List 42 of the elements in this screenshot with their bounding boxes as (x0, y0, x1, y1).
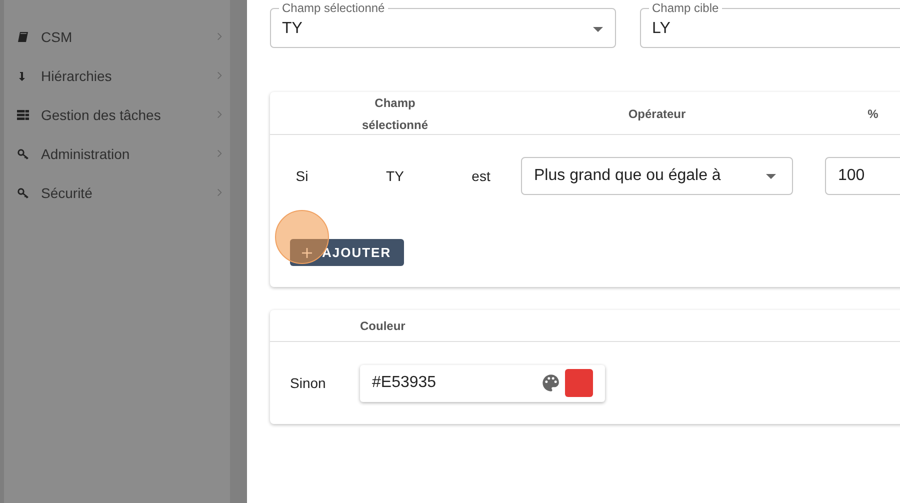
list-icon (17, 108, 29, 120)
palette-icon (541, 373, 561, 393)
chevron-icon (217, 188, 222, 197)
table-cell-text: est (470, 168, 492, 184)
key-icon (17, 186, 29, 198)
sidebar-item[interactable]: Sécurité (4, 173, 230, 212)
chevron-icon (217, 71, 222, 80)
field-value: LY (652, 20, 672, 39)
sidebar-item[interactable]: Hiérarchies (4, 56, 230, 95)
column-header: % (866, 106, 880, 123)
sidebar-item-label: Sécurité (41, 184, 94, 200)
table-cell-text: Si (294, 168, 310, 184)
sidebar-item[interactable]: Administration (4, 134, 230, 173)
color-swatch[interactable] (565, 369, 593, 397)
sidebar-item-label: Administration (41, 146, 131, 162)
chevron-icon (217, 32, 222, 41)
book-icon (17, 30, 29, 42)
table-cell-text: TY (385, 168, 405, 184)
operator-select[interactable]: Plus grand que ou égale à (521, 157, 793, 195)
color-input[interactable]: #E53935 (360, 364, 605, 402)
caret-icon (766, 174, 776, 178)
table-cell-text: Sinon (289, 375, 327, 391)
column-header: Champ sélectionné (360, 95, 430, 134)
select-field[interactable]: Champ sélectionné TY (270, 2, 616, 48)
field-label: Champ sélectionné (281, 2, 386, 15)
sidebar-item-label: Hiérarchies (41, 68, 113, 84)
chevron-icon (217, 149, 222, 158)
percent-input[interactable]: 100 (825, 157, 900, 195)
add-button[interactable]: AJOUTER (290, 239, 404, 266)
sidebar-item[interactable]: Gestion des tâches (4, 95, 230, 134)
plus-icon (302, 248, 312, 258)
field-value: TY (282, 20, 304, 39)
column-header: Opérateur (627, 106, 687, 123)
column-header: Couleur (360, 318, 406, 334)
sidebar-item-label: Gestion des tâches (41, 106, 162, 122)
sidebar-item[interactable]: CSM (4, 17, 230, 56)
chevron-icon (217, 110, 222, 119)
key-icon (17, 148, 29, 160)
caret-icon (593, 26, 603, 32)
select-field[interactable]: Champ cible LY (640, 2, 900, 48)
field-label: Champ cible (651, 2, 720, 15)
sidebar-item-label: CSM (41, 28, 74, 44)
